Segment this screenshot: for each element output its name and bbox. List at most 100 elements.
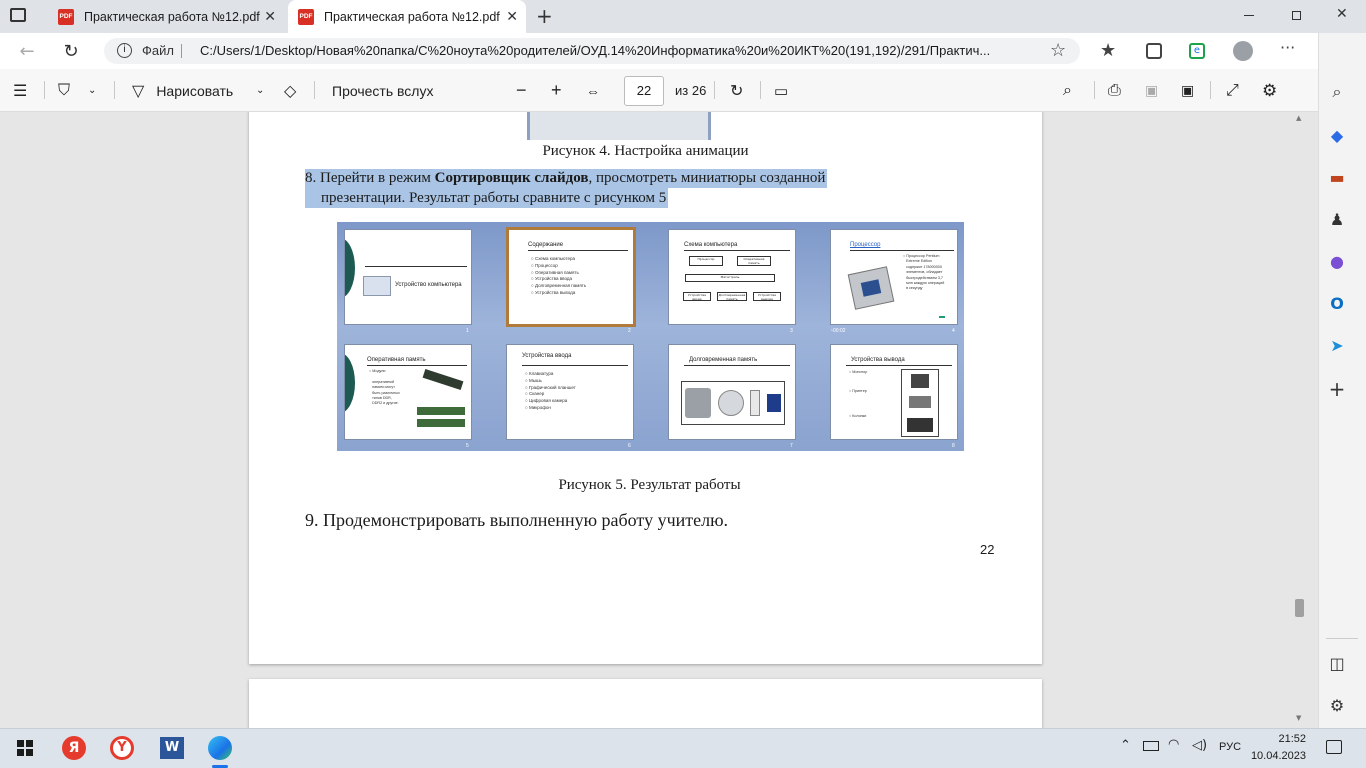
search-icon[interactable]: ⌕ [1326,81,1348,103]
add-icon[interactable]: + [1326,377,1348,401]
browser-essentials-icon[interactable]: e [1189,43,1205,59]
close-icon[interactable]: ✕ [264,8,276,25]
contents-icon[interactable]: ☰ [13,69,27,112]
slide-rule [528,250,628,251]
ram-module-image [422,369,464,390]
sidebar-divider [1326,638,1358,639]
scroll-down-arrow[interactable]: ▼ [1296,714,1301,722]
slide-title: Содержание [528,242,564,248]
figure-5-slide-sorter: Устройство компьютера Содержание ○ Схема… [337,222,964,451]
info-icon[interactable]: i [117,43,132,58]
slide-thumb-8[interactable]: Устройства вывода ○ Монитор ○ Принтер ○ … [830,344,958,440]
windows-start-icon[interactable] [17,740,33,756]
step-8-prefix: 8. Перейти в режим [305,170,435,186]
hdd-image [685,388,712,418]
fullscreen-icon[interactable]: ⤢ [1226,69,1239,112]
clock-date[interactable]: 10.04.2023 [1250,750,1306,762]
slide-nav-icon [939,316,945,318]
slide-thumb-3[interactable]: Схема компьютера Процессор Оперативная п… [668,229,796,325]
edge-icon[interactable] [208,736,232,760]
settings-more-icon[interactable]: ··· [1280,38,1295,57]
slide-title: Устройство компьютера [395,282,462,288]
favorite-add-icon[interactable]: ☆ [1050,40,1066,61]
refresh-icon[interactable]: ↻ [56,33,86,69]
slide-bullets: ○ Модули оперативной памяти могут быть р… [369,369,400,406]
print-icon[interactable]: ⎙ [1108,69,1121,112]
tab-label: Практическая работа №12.pdf [324,9,500,24]
toolbar-divider [314,81,315,99]
diagram-box: Процессор [689,256,723,266]
slide-number: 6 [628,443,631,449]
eraser-icon[interactable]: ◇ [284,69,296,112]
save-icon[interactable]: ▣ [1145,69,1158,112]
timing-value: 00:02 [833,328,846,334]
volume-icon[interactable]: ◁) [1192,738,1207,753]
slide-rule [846,365,952,366]
zoom-in-icon[interactable]: + [551,69,562,112]
slide-thumb-5[interactable]: Оперативная память ○ Модули оперативной … [344,344,472,440]
slide-thumb-2[interactable]: Содержание ○ Схема компьютера ○ Процессо… [506,227,636,327]
games-icon[interactable]: ♟ [1326,208,1348,230]
scroll-up-arrow[interactable]: ▲ [1296,114,1301,122]
search-icon[interactable]: ⌕ [1063,69,1072,112]
chevron-down-icon[interactable]: ⌄ [256,69,264,112]
maximize-icon[interactable] [1292,11,1301,20]
slide-thumb-4[interactable]: Процессор ○ Процессор Pentium Extreme Ed… [830,229,958,325]
save-as-icon[interactable]: ▣ [1181,69,1194,112]
page-number-input[interactable]: 22 [624,76,664,106]
draw-button[interactable]: ▽ Нарисовать [132,69,233,112]
slide-thumb-6[interactable]: Устройства ввода ○ Клавиатура ○ Мышь ○ Г… [506,344,634,440]
wifi-icon[interactable]: ◠ [1168,737,1179,752]
pdf-viewer: Рисунок 4. Настройка анимации 8. Перейти… [0,112,1318,728]
scrollbar-thumb[interactable] [1295,599,1304,617]
slide-title: Устройства вывода [851,357,905,363]
figure-5-caption: Рисунок 5. Результат работы [558,477,741,493]
tray-chevron-icon[interactable]: ⌃ [1120,738,1131,753]
clock-time[interactable]: 21:52 [1262,733,1306,745]
url-text[interactable]: C:/Users/1/Desktop/Новая%20папка/С%20ноу… [200,43,1042,58]
send-icon[interactable]: ➤ [1326,334,1348,356]
yandex-icon[interactable]: Я [62,736,86,760]
gear-icon[interactable]: ⚙ [1326,694,1348,716]
tab-pdf-1[interactable]: PDF Практическая работа №12.pdf ✕ [48,0,284,33]
slide-title: Оперативная память [367,357,426,363]
slide-thumb-1[interactable]: Устройство компьютера [344,229,472,325]
slide-bullets: ○ Монитор ○ Принтер ○ Колонки [849,370,868,419]
rotate-icon[interactable]: ↻ [730,69,743,112]
battery-icon[interactable] [1143,741,1159,751]
new-tab-icon[interactable]: + [536,4,553,28]
chevron-down-icon[interactable]: ⌄ [88,69,96,112]
gear-icon[interactable]: ⚙ [1262,69,1277,112]
tab-actions-icon[interactable] [10,8,26,22]
page-view-icon[interactable]: ▭ [774,69,788,112]
yandex-browser-icon[interactable]: Y [110,736,134,760]
disk-image [717,390,744,416]
notifications-icon[interactable] [1326,740,1342,754]
slide-number: 4 [952,328,955,334]
back-icon[interactable]: ← [12,33,42,69]
zoom-out-icon[interactable]: − [516,69,527,112]
shopping-tag-icon[interactable]: ◆ [1326,124,1348,146]
slide-thumb-7[interactable]: Долговременная память [668,344,796,440]
tools-icon[interactable]: ▬ [1326,166,1348,188]
fit-width-icon[interactable]: ⇔ [586,69,600,112]
office-icon[interactable]: ● [1326,250,1348,272]
favorites-icon[interactable]: ★ [1100,40,1116,61]
outlook-icon[interactable]: O [1326,292,1348,314]
split-screen-icon[interactable]: ◫ [1326,652,1348,674]
close-window-icon[interactable]: ✕ [1336,6,1348,22]
slide-rule [850,250,954,251]
language-indicator[interactable]: РУС [1219,741,1241,753]
step-8-rest: , просмотреть миниатюры созданной [588,170,826,186]
close-icon[interactable]: ✕ [506,8,518,25]
highlight-icon[interactable]: ⛉ [58,69,70,112]
collections-icon[interactable] [1146,43,1162,59]
minimize-icon[interactable] [1244,15,1254,16]
diagram-box: Устройства вывода [753,292,781,301]
diagram-box: Устройства ввода [683,292,711,301]
tab-pdf-2[interactable]: PDF Практическая работа №12.pdf ✕ [288,0,526,33]
read-aloud-button[interactable]: Прочесть вслух [332,69,433,112]
profile-avatar[interactable] [1233,41,1253,61]
word-icon[interactable]: W [160,737,184,759]
toolbar-divider [714,81,715,99]
